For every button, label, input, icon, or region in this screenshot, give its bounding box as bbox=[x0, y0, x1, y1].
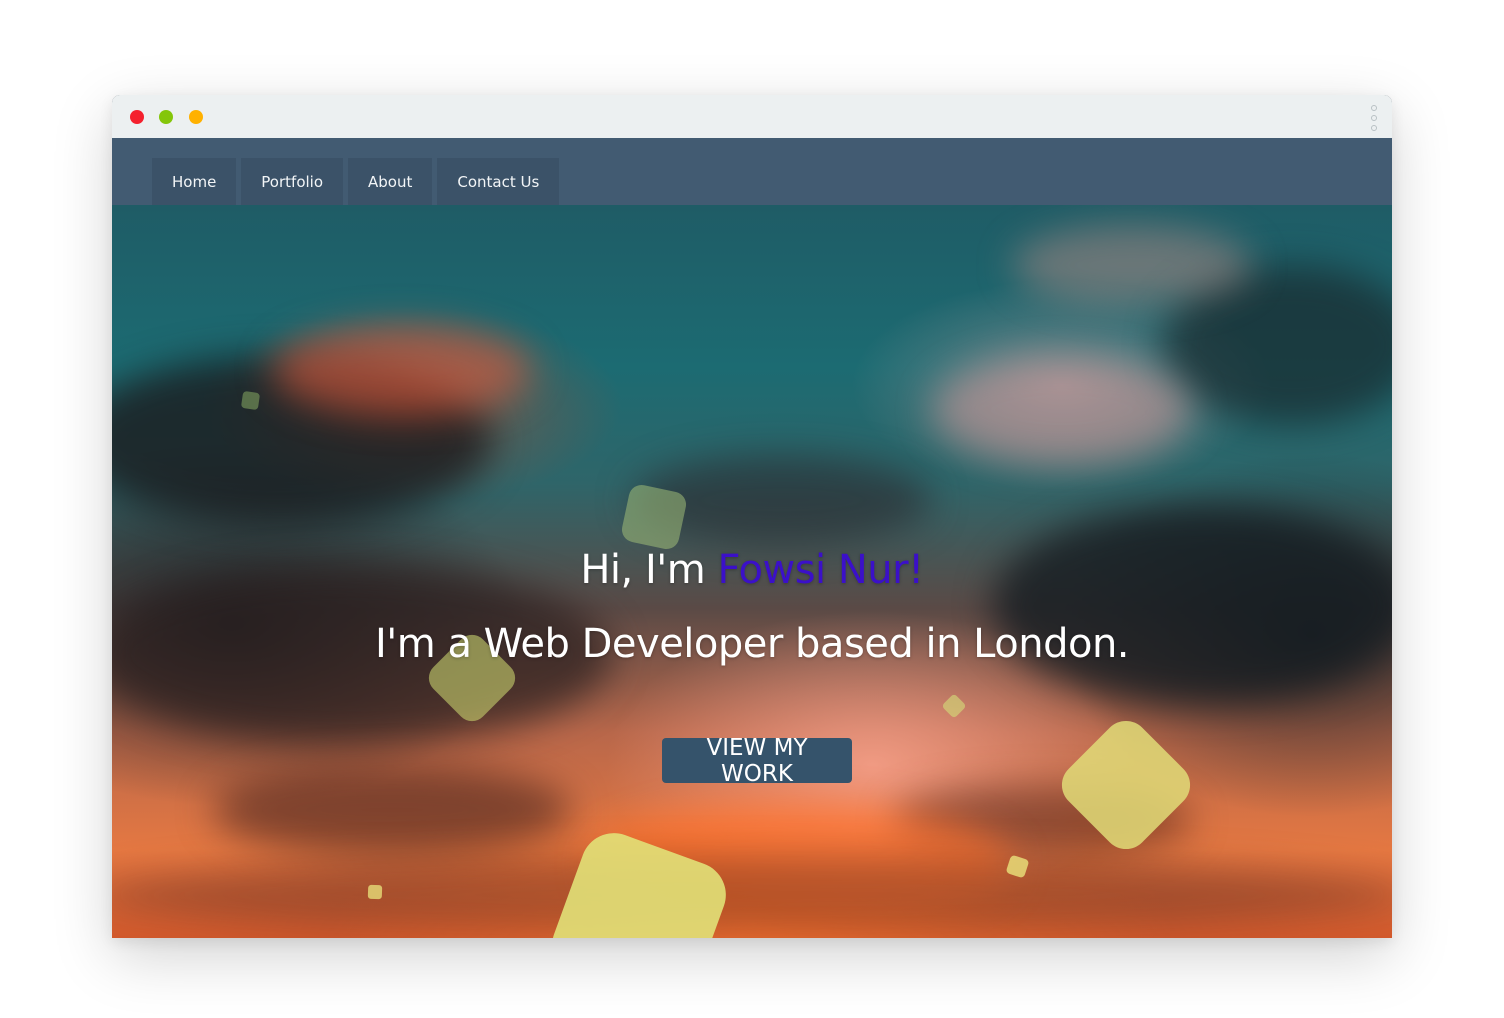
vertical-dots-icon[interactable] bbox=[1370, 105, 1378, 131]
site-navbar: Home Portfolio About Contact Us bbox=[112, 138, 1392, 205]
browser-window: Home Portfolio About Contact Us Hi, I'm … bbox=[112, 95, 1392, 938]
developer-name: Fowsi Nur! bbox=[717, 547, 924, 593]
window-titlebar bbox=[112, 95, 1392, 139]
hero-content: Hi, I'm Fowsi Nur! I'm a Web Developer b… bbox=[112, 205, 1392, 938]
nav-item-contact-us[interactable]: Contact Us bbox=[437, 158, 560, 205]
nav-item-home[interactable]: Home bbox=[152, 158, 237, 205]
view-my-work-button[interactable]: VIEW MY WORK bbox=[662, 735, 852, 787]
hero-greeting: Hi, I'm Fowsi Nur! bbox=[112, 547, 1392, 593]
nav-item-about[interactable]: About bbox=[348, 158, 433, 205]
nav-item-portfolio[interactable]: Portfolio bbox=[241, 158, 344, 205]
close-window-button[interactable] bbox=[130, 110, 144, 124]
hero-tagline: I'm a Web Developer based in London. bbox=[374, 621, 1130, 667]
minimize-window-button[interactable] bbox=[159, 110, 173, 124]
maximize-window-button[interactable] bbox=[189, 110, 203, 124]
hero-section: Hi, I'm Fowsi Nur! I'm a Web Developer b… bbox=[112, 205, 1392, 938]
nav-menu: Home Portfolio About Contact Us bbox=[152, 158, 560, 205]
greeting-prefix: Hi, I'm bbox=[580, 547, 718, 593]
